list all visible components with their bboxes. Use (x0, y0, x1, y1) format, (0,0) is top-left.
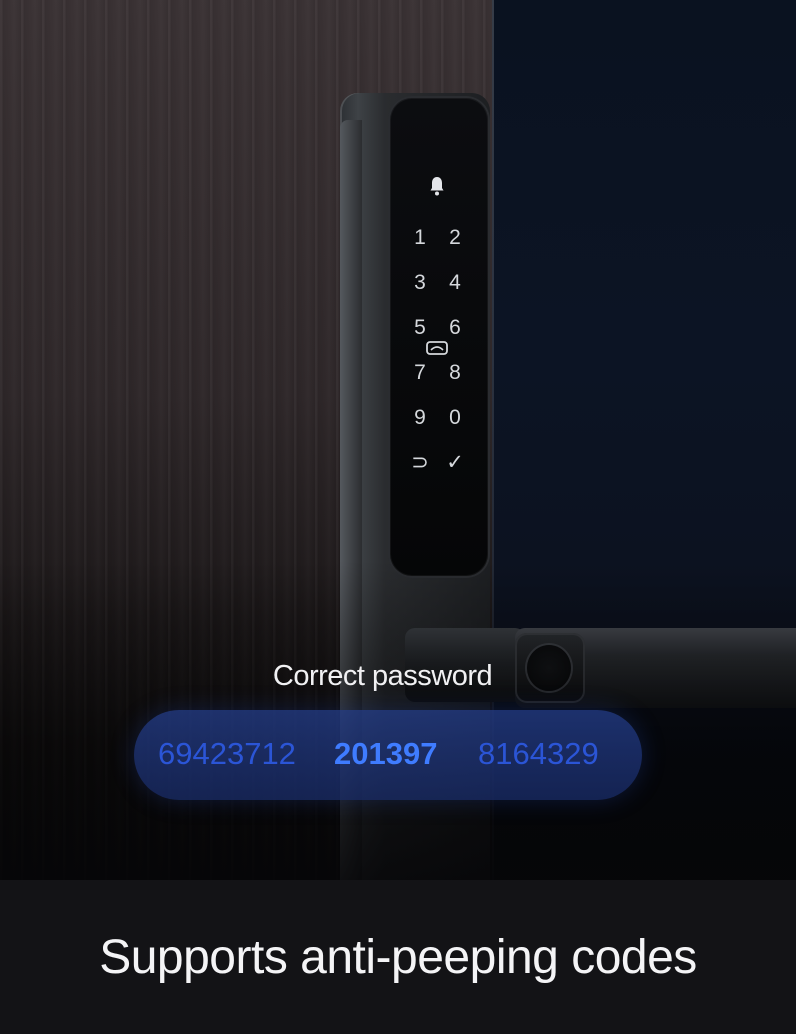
decoy-code-left: 69423712 (158, 736, 296, 771)
keypad-key-3: 3 (414, 271, 426, 294)
keypad-key-4: 4 (449, 271, 461, 294)
keypad-key-9: 9 (414, 406, 426, 429)
keypad-key-back: ⊃ (411, 451, 429, 474)
keypad-key-confirm: ✓ (446, 451, 464, 474)
keypad-key-2: 2 (449, 226, 461, 249)
product-banner: 1 2 3 4 5 6 7 8 9 0 ⊃ ✓ Correct password… (0, 0, 796, 1034)
keypad-key-6: 6 (449, 316, 461, 339)
real-code: 201397 (334, 736, 438, 771)
keypad-key-8: 8 (449, 361, 461, 384)
correct-password-label: Correct password (272, 660, 493, 692)
decoy-code-right: 8164329 (478, 736, 599, 771)
bell-icon (430, 177, 444, 196)
sensor-icon (426, 341, 448, 355)
keypad-key-5: 5 (414, 316, 426, 339)
keypad-key-1: 1 (414, 226, 426, 249)
keypad-key-0: 0 (449, 406, 461, 429)
feature-caption: Supports anti-peeping codes (99, 931, 697, 984)
keypad-key-7: 7 (414, 361, 426, 384)
